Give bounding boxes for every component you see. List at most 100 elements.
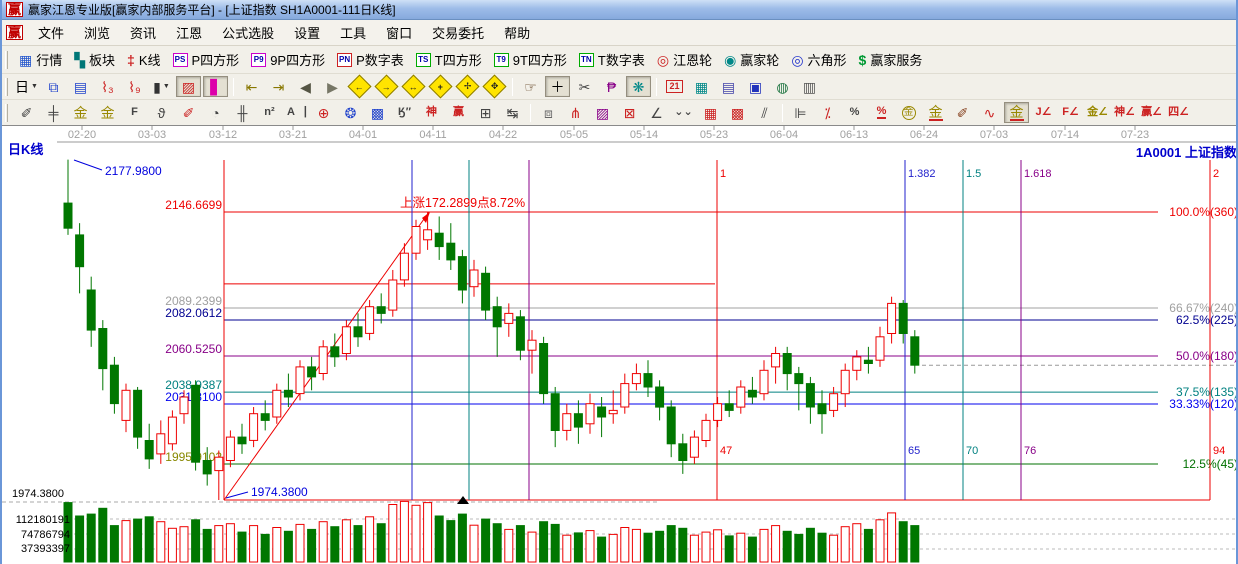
btn-9p-square[interactable]: P99P四方形 (245, 48, 331, 71)
btn-p-square[interactable]: PSP四方形 (167, 48, 246, 71)
btn-ruler-123[interactable]: ⊞ (473, 102, 498, 123)
btn-four-angle[interactable]: 四∠ (1166, 102, 1191, 123)
btn-shift-left[interactable]: ← (347, 76, 372, 97)
btn-delete-line[interactable]: ✂ (572, 76, 597, 97)
btn-mini-chart-3[interactable]: ⌇₃ (95, 76, 120, 97)
chart-canvas[interactable]: 02-2003-0303-1203-2104-0104-1104-2205-05… (2, 126, 1238, 564)
btn-gann-tool-purple[interactable]: ₱ (599, 76, 624, 97)
menu-item[interactable]: 江恩 (166, 20, 212, 45)
btn-x-box[interactable]: ⊠ (617, 102, 642, 123)
btn-fibonacci-ruler[interactable]: F (122, 102, 147, 123)
menu-item[interactable]: 窗口 (376, 20, 422, 45)
btn-red-knife[interactable]: ✐ (176, 102, 201, 123)
btn-pan-hand[interactable]: ☞ (518, 76, 543, 97)
btn-gann-fan-circle[interactable]: ⊕ (311, 102, 336, 123)
btn-window-cascade[interactable]: ⧉ (41, 76, 66, 97)
btn-expand-horizontal[interactable]: ↔ (401, 76, 426, 97)
btn-fan-box[interactable]: ▨ (590, 102, 615, 123)
btn-gann-knife[interactable]: ✐ (14, 102, 39, 123)
btn-star-rays[interactable]: ❂ (338, 102, 363, 123)
btn-calendar-21[interactable]: 21 (662, 76, 687, 97)
toolbar-grip[interactable] (5, 78, 8, 96)
btn-quote-report[interactable]: ▤ (68, 76, 93, 97)
btn-gold-angle-active[interactable]: 金 (1004, 102, 1029, 123)
btn-zoom-out-all[interactable]: ✢ (455, 76, 480, 97)
menu-item[interactable]: 设置 (284, 20, 330, 45)
btn-winner-service[interactable]: $赢家服务 (853, 48, 929, 71)
btn-save-web[interactable]: ◍ (770, 76, 795, 97)
menu-item[interactable]: 浏览 (74, 20, 120, 45)
btn-hexagon[interactable]: ◎六角形 (785, 48, 852, 71)
btn-p-number-table[interactable]: PNP数字表 (331, 48, 410, 71)
btn-red-grid[interactable]: ▦ (698, 102, 723, 123)
menu-item[interactable]: 文件 (28, 20, 74, 45)
btn-trend-pencil[interactable]: ✐ (950, 102, 975, 123)
toolbar-grip[interactable] (5, 51, 8, 69)
btn-gold-level[interactable]: 金 (923, 102, 948, 123)
toolbar-grip[interactable] (5, 104, 8, 122)
btn-golden-box[interactable]: 金 (95, 102, 120, 123)
btn-gann-fan[interactable]: ⋔ (563, 102, 588, 123)
btn-percent-level[interactable]: % (869, 102, 894, 123)
btn-winner-wheel[interactable]: ◉赢家轮 (718, 48, 785, 71)
btn-crosshair[interactable]: ＋ (545, 76, 570, 97)
menu-item[interactable]: 工具 (330, 20, 376, 45)
btn-gann-map[interactable]: ▨ (176, 76, 201, 97)
btn-mini-chart-9[interactable]: ⌇₉ (122, 76, 147, 97)
btn-candle-period[interactable]: ▮▼ (149, 76, 174, 97)
btn-price-ruler[interactable]: ╫ (230, 102, 255, 123)
menu-item[interactable]: 帮助 (494, 20, 540, 45)
btn-zoom-in-all[interactable]: ✥ (482, 76, 507, 97)
title-bar[interactable]: 赢 赢家江恩专业版[赢家内部服务平台] - [上证指数 SH1A0001-111… (2, 0, 1236, 20)
btn-grid-arrow[interactable]: ▩ (725, 102, 750, 123)
btn-smart-analysis[interactable]: ❋ (626, 76, 651, 97)
btn-workstation[interactable]: ▥ (797, 76, 822, 97)
btn-angle-lines[interactable]: ∠ (644, 102, 669, 123)
menu-item[interactable]: 资讯 (120, 20, 166, 45)
btn-gann-wheel[interactable]: ◎江恩轮 (651, 48, 718, 71)
btn-mirror-angle[interactable]: A⎹ (284, 102, 309, 123)
btn-parallel-lines[interactable]: ⫽ (752, 102, 777, 123)
btn-scale-list[interactable]: ⊫ (788, 102, 813, 123)
btn-square-of-nine[interactable]: ▩ (365, 102, 390, 123)
btn-sectors[interactable]: ▚板块 (68, 48, 121, 71)
btn-gold-circle[interactable]: 金 (896, 102, 921, 123)
btn-spiral[interactable]: ϑ (149, 102, 174, 123)
btn-box-tool[interactable]: ⧈ (536, 102, 561, 123)
btn-time-cycle[interactable]: ◔ (203, 102, 228, 123)
btn-ying-angle[interactable]: 赢∠ (1139, 102, 1164, 123)
menu-item[interactable]: 交易委托 (422, 20, 494, 45)
btn-n-square[interactable]: n² (257, 102, 282, 123)
btn-9t-square[interactable]: T99T四方形 (488, 48, 573, 71)
btn-compress-horizontal[interactable]: + (428, 76, 453, 97)
btn-save[interactable]: ▣ (743, 76, 768, 97)
btn-market-quotes[interactable]: ▦行情 (13, 48, 68, 71)
btn-t-number-table[interactable]: TNT数字表 (573, 48, 651, 71)
btn-wave-tool[interactable]: ∿ (977, 102, 1002, 123)
btn-grid-ruler[interactable]: ╪ (41, 102, 66, 123)
menu-item[interactable]: 公式选股 (212, 20, 284, 45)
btn-j-angle[interactable]: J∠ (1031, 102, 1056, 123)
btn-first-bar[interactable]: ⇤ (239, 76, 264, 97)
btn-percent-line[interactable]: ⁒ (815, 102, 840, 123)
btn-gold-angle[interactable]: 金∠ (1085, 102, 1110, 123)
btn-span-measure[interactable]: ↹ (500, 102, 525, 123)
btn-golden-section[interactable]: 金 (68, 102, 93, 123)
btn-k-count[interactable]: Ӄ″ (392, 102, 417, 123)
btn-shen-angle[interactable]: 神∠ (1112, 102, 1137, 123)
btn-calculator[interactable]: ▦ (689, 76, 714, 97)
btn-period-day-selector[interactable]: 日▼ (14, 76, 39, 97)
btn-t-square[interactable]: TST四方形 (410, 48, 488, 71)
btn-memo[interactable]: ▤ (716, 76, 741, 97)
btn-last-bar[interactable]: ⇥ (266, 76, 291, 97)
btn-ying-tool[interactable]: 赢 (446, 102, 471, 123)
btn-prev-bar[interactable]: ◀ (293, 76, 318, 97)
btn-percent[interactable]: % (842, 102, 867, 123)
btn-next-bar[interactable]: ▶ (320, 76, 345, 97)
btn-shift-right[interactable]: → (374, 76, 399, 97)
btn-volume-profile[interactable]: ▋ (203, 76, 228, 97)
btn-f-angle[interactable]: F∠ (1058, 102, 1083, 123)
btn-zigzag[interactable]: ⌄⌄ (671, 102, 696, 123)
btn-shen-tool[interactable]: 神 (419, 102, 444, 123)
btn-kline[interactable]: ‡K线 (121, 48, 166, 71)
